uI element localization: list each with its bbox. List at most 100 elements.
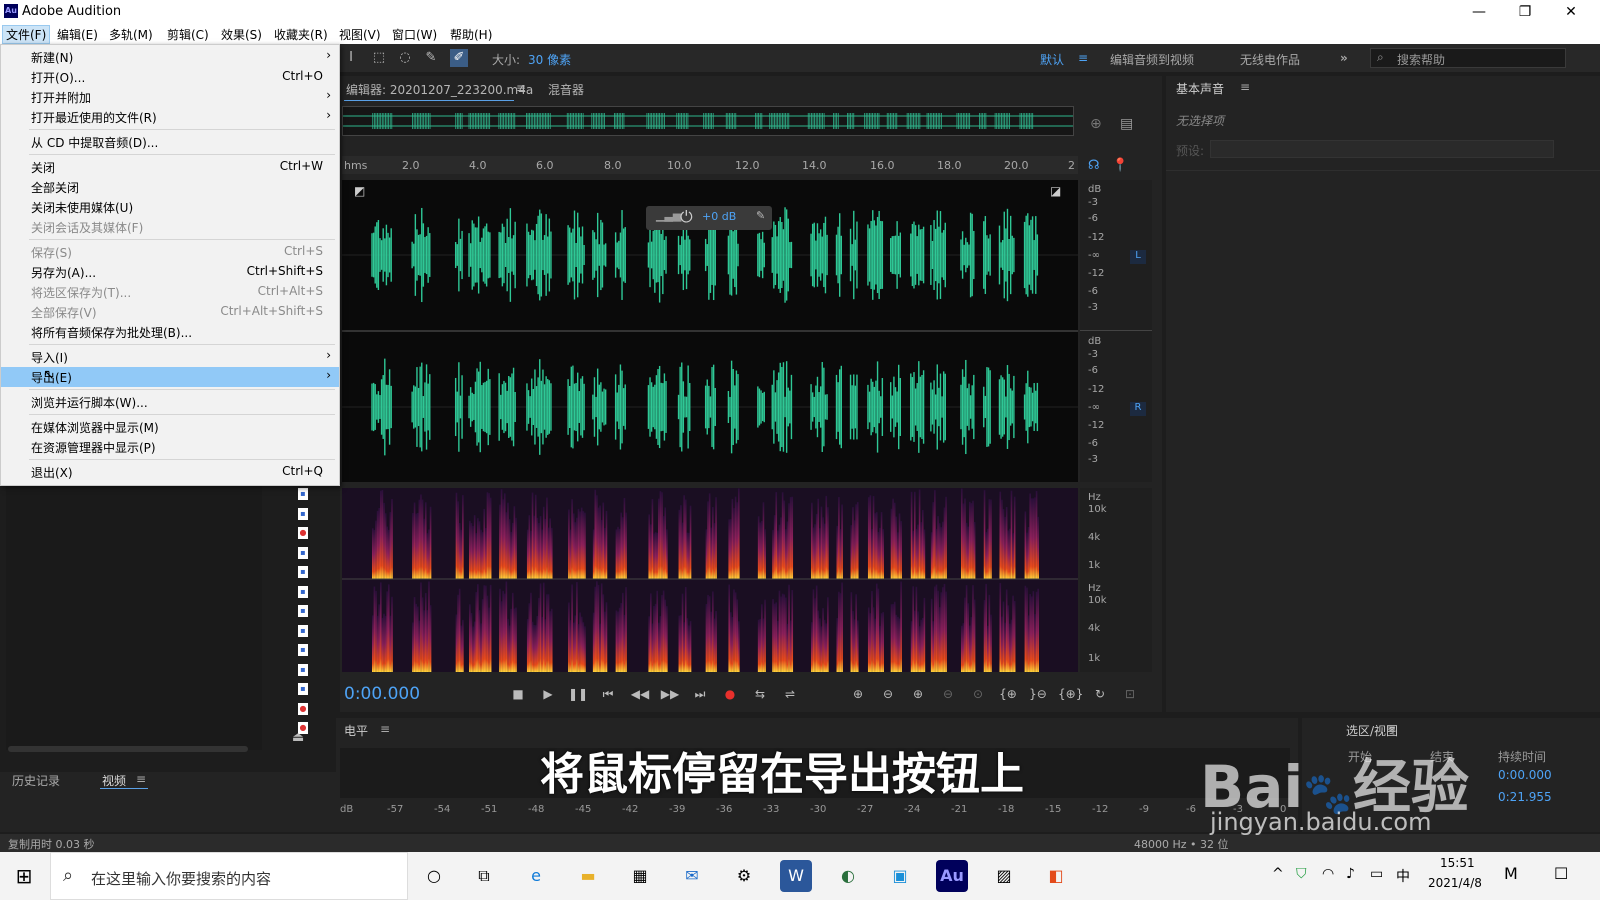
input-method-icon[interactable]: M xyxy=(1504,864,1518,883)
zoom-in-point-icon[interactable]: {⊕ xyxy=(998,685,1018,703)
tab-history[interactable]: 历史记录 xyxy=(12,772,60,789)
horizontal-scrollbar[interactable] xyxy=(8,746,248,752)
file-type-icon[interactable]: ▪ xyxy=(298,644,308,656)
levels-menu-icon[interactable]: ≡ xyxy=(380,722,390,736)
file-menu-item[interactable]: 导入(I) › xyxy=(1,347,339,367)
battery-icon[interactable]: ▭ xyxy=(1370,866,1383,882)
restore-button[interactable]: ❐ xyxy=(1502,2,1548,22)
workspace-radio-production[interactable]: 无线电作品 xyxy=(1240,51,1300,68)
steam-icon[interactable]: ⚙ xyxy=(728,860,760,892)
fade-out-handle[interactable]: ◪ xyxy=(1050,184,1061,198)
zoom-out-point-icon[interactable]: }⊖ xyxy=(1028,685,1048,703)
headphone-icon[interactable]: ☊ xyxy=(1088,158,1100,173)
file-menu-item[interactable]: 关闭 Ctrl+W xyxy=(1,157,339,177)
file-menu-item[interactable]: 浏览并运行脚本(W)... xyxy=(1,392,339,412)
file-type-icon[interactable]: ▪ xyxy=(298,566,308,578)
file-menu-item[interactable]: 全部保存(V) Ctrl+Alt+Shift+S xyxy=(1,302,339,322)
tab-menu-icon[interactable]: ≡ xyxy=(516,81,526,95)
edge-icon[interactable]: e xyxy=(520,860,552,892)
file-menu-item[interactable]: 关闭未使用媒体(U) xyxy=(1,197,339,217)
menu-favorites[interactable]: 收藏夹(R) xyxy=(271,26,331,43)
zoom-selection-icon[interactable]: ⊙ xyxy=(968,685,988,703)
audition-taskbar-icon[interactable]: Au xyxy=(936,860,968,892)
file-menu-item[interactable]: 打开并附加 › xyxy=(1,87,339,107)
zoom-fit-icon[interactable]: ⊡ xyxy=(1120,685,1140,703)
photos-icon[interactable]: ▨ xyxy=(988,860,1020,892)
time-selection-tool-icon[interactable]: I xyxy=(342,49,360,67)
close-button[interactable]: ✕ xyxy=(1548,2,1594,22)
time-display[interactable]: 0:00.000 xyxy=(344,684,420,704)
file-list-area[interactable] xyxy=(6,484,262,750)
file-menu-item[interactable]: 打开(O)... Ctrl+O xyxy=(1,67,339,87)
file-type-icon[interactable]: ▪ xyxy=(298,488,308,500)
channel-left-toggle[interactable]: L xyxy=(1130,250,1146,264)
menu-window[interactable]: 窗口(W) xyxy=(389,26,440,43)
levels-title[interactable]: 电平 xyxy=(344,722,368,739)
preset-dropdown[interactable] xyxy=(1210,140,1554,158)
file-type-icon[interactable]: ▪ xyxy=(298,683,308,695)
lasso-tool-icon[interactable]: ◌ xyxy=(396,49,414,67)
skip-to-end-icon[interactable]: ⏭ xyxy=(690,685,710,703)
taskbar-search-box[interactable]: ⌕ 在这里输入你要搜索的内容 xyxy=(50,852,408,900)
menu-view[interactable]: 视图(V) xyxy=(336,26,384,43)
selection-duration[interactable]: 0:00.000 xyxy=(1498,768,1552,782)
app2-icon[interactable]: ◧ xyxy=(1040,860,1072,892)
panel-menu-icon[interactable]: ≡ xyxy=(1240,80,1250,94)
pause-icon[interactable]: ❚❚ xyxy=(568,685,588,703)
channel-right-toggle[interactable]: R xyxy=(1130,402,1146,416)
mail-icon[interactable]: ✉ xyxy=(676,860,708,892)
file-menu-item[interactable]: 打开最近使用的文件(R) › xyxy=(1,107,339,127)
zoom-in-amplitude-icon[interactable]: ⊕ xyxy=(848,685,868,703)
wifi-icon[interactable]: ◠ xyxy=(1322,866,1334,882)
hud-pin-icon[interactable]: ✎ xyxy=(756,209,765,222)
zoom-out-time-icon[interactable]: ⊖ xyxy=(938,685,958,703)
file-type-icon[interactable]: ▪ xyxy=(298,546,308,559)
menu-effects[interactable]: 效果(S) xyxy=(218,26,265,43)
file-menu-item[interactable]: 保存(S) Ctrl+S xyxy=(1,242,339,262)
record-icon[interactable]: ● xyxy=(720,685,740,703)
file-menu-item[interactable]: 退出(X) Ctrl+Q xyxy=(1,462,339,482)
skip-selection-icon[interactable]: ⇌ xyxy=(780,685,800,703)
search-input[interactable]: 搜索帮助 xyxy=(1397,51,1445,68)
size-value[interactable]: 30 像素 xyxy=(528,51,571,68)
minimize-button[interactable]: — xyxy=(1456,2,1502,22)
file-menu-item[interactable]: 将所有音频保存为批处理(B)... xyxy=(1,322,339,342)
file-menu-item[interactable]: 在媒体浏览器中显示(M) xyxy=(1,417,339,437)
file-type-icon[interactable]: ▪ xyxy=(298,585,308,598)
menu-clip[interactable]: 剪辑(C) xyxy=(164,26,212,43)
pin-icon[interactable]: 📍 xyxy=(1112,158,1128,173)
menu-multitrack[interactable]: 多轨(M) xyxy=(106,26,156,43)
file-type-icon[interactable]: ▪ xyxy=(298,605,308,617)
remote-app-icon[interactable]: ▣ xyxy=(884,860,916,892)
stop-icon[interactable]: ■ xyxy=(508,685,528,703)
more-workspaces-icon[interactable]: » xyxy=(1340,51,1348,65)
file-menu-item[interactable]: 将选区保存为(T)... Ctrl+Alt+S xyxy=(1,282,339,302)
selview-menu-icon[interactable]: ≡ xyxy=(1386,722,1396,736)
tab-mixer[interactable]: 混音器 xyxy=(548,81,584,98)
panel-list-icon[interactable]: ▤ xyxy=(1120,116,1133,132)
tray-chevron-icon[interactable]: ^ xyxy=(1272,866,1284,882)
fade-in-handle[interactable]: ◩ xyxy=(354,184,365,198)
play-icon[interactable]: ▶ xyxy=(538,685,558,703)
rewind-icon[interactable]: ◀◀ xyxy=(630,685,650,703)
clock-time[interactable]: 15:51 xyxy=(1440,856,1475,870)
file-type-icon[interactable]: ● xyxy=(298,527,308,539)
brush-tool-icon[interactable]: ✎ xyxy=(422,49,440,67)
help-search-box[interactable]: ⌕ 搜索帮助 xyxy=(1370,48,1566,68)
waveform-display[interactable]: ▁▃▅ ⏻ +0 dB ✎ ◩ ◪ xyxy=(342,180,1078,482)
panel-title[interactable]: 基本声音 xyxy=(1176,80,1224,97)
workspace-default[interactable]: 默认 xyxy=(1040,51,1064,68)
marquee-tool-icon[interactable]: ⬚ xyxy=(370,49,388,67)
windows-start-icon[interactable]: ⊞ xyxy=(8,860,40,892)
export-icon[interactable]: ⏏ xyxy=(292,730,304,745)
workspace-edit-audio-to-video[interactable]: 编辑音频到视频 xyxy=(1110,51,1194,68)
menu-edit[interactable]: 编辑(E) xyxy=(54,26,101,43)
taskbar-search-input[interactable]: 在这里输入你要搜索的内容 xyxy=(91,868,271,889)
spot-healing-tool-icon[interactable]: ✐ xyxy=(450,49,468,67)
word-icon[interactable]: W xyxy=(780,860,812,892)
zoom-reset-icon[interactable]: ↻ xyxy=(1090,685,1110,703)
tab-video-menu-icon[interactable]: ≡ xyxy=(136,772,146,786)
zoom-full-icon[interactable]: {⊕} xyxy=(1058,685,1083,703)
file-type-icon[interactable]: ● xyxy=(298,702,308,715)
file-type-icon[interactable]: ▪ xyxy=(298,663,308,676)
